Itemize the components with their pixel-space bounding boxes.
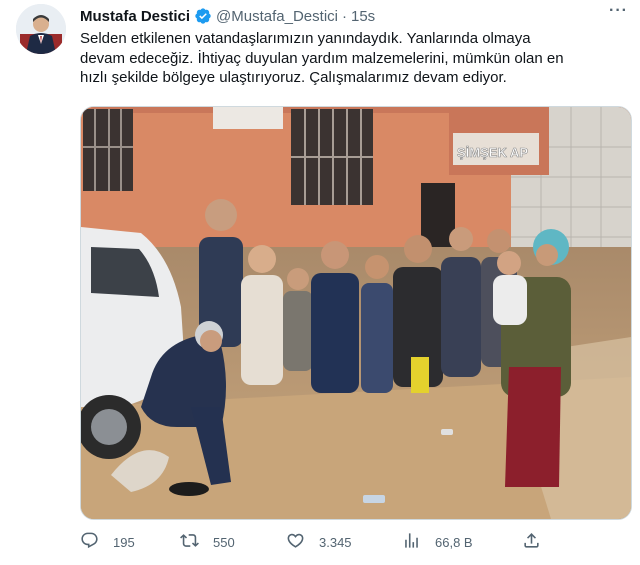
reply-count: 195 — [113, 534, 135, 550]
like-icon — [286, 531, 305, 553]
verified-badge-icon — [194, 7, 212, 25]
reply-button[interactable]: 195 — [80, 529, 135, 555]
retweet-count: 550 — [213, 534, 235, 550]
views-count: 66,8 B — [435, 534, 473, 550]
building-sign: ŞİMŞEK AP — [457, 145, 528, 160]
tweet-text-line: devam edeceğiz. İhtiyaç duyulan yardım m… — [80, 49, 564, 67]
retweet-icon — [180, 531, 199, 553]
separator-dot: · — [341, 7, 347, 25]
reply-icon — [80, 531, 99, 553]
tweet-photo[interactable]: ŞİMŞEK AP — [80, 106, 632, 520]
author-handle[interactable]: @Mustafa_Destici — [216, 8, 338, 25]
share-icon — [522, 531, 541, 553]
tweet-text: Selden etkilenen vatandaşlarımızın yanın… — [80, 29, 618, 88]
views-icon — [402, 531, 421, 553]
tweet-text-line: Selden etkilenen vatandaşlarımızın yanın… — [80, 30, 531, 47]
avatar[interactable] — [16, 4, 66, 54]
timestamp[interactable]: 15s — [351, 8, 375, 25]
author-name[interactable]: Mustafa Destici — [80, 8, 190, 25]
tweet-header: Mustafa Destici @Mustafa_Destici · 15s — [80, 6, 624, 26]
more-icon[interactable]: ··· — [609, 2, 628, 20]
like-count: 3.345 — [319, 534, 352, 550]
share-button[interactable] — [522, 529, 541, 555]
action-bar: 195 550 3.345 66,8 B — [80, 529, 550, 555]
tweet-card[interactable]: Mustafa Destici @Mustafa_Destici · 15s ·… — [0, 0, 640, 565]
retweet-button[interactable]: 550 — [180, 529, 235, 555]
tweet-text-line: hızlı şekilde bölgeye ulaştırıyoruz. Çal… — [80, 69, 507, 86]
views-button[interactable]: 66,8 B — [402, 529, 473, 555]
like-button[interactable]: 3.345 — [286, 529, 352, 555]
